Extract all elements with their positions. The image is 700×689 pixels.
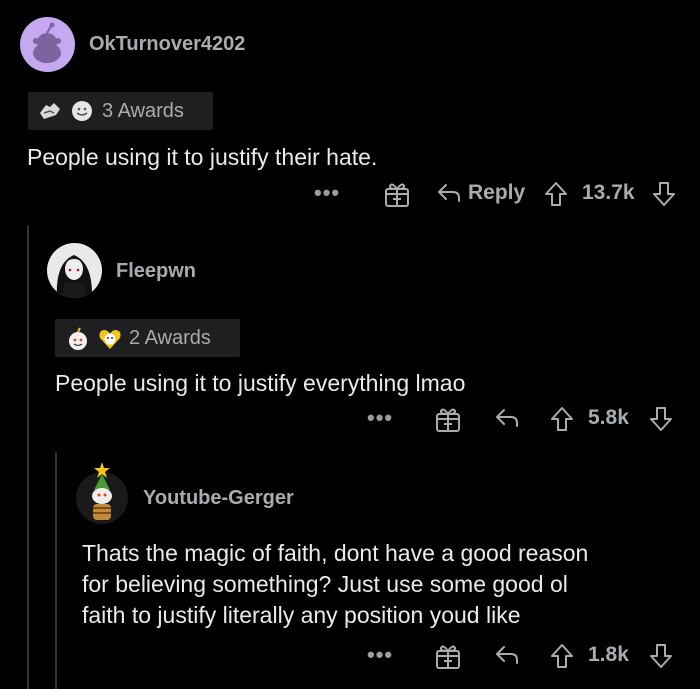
upvote-icon[interactable] xyxy=(549,642,575,670)
more-options-button[interactable]: ••• xyxy=(367,405,393,431)
comment-body-line: for believing something? Just use some g… xyxy=(82,571,568,597)
comment-username[interactable]: OkTurnover4202 xyxy=(89,33,245,56)
vote-score: 13.7k xyxy=(582,181,635,204)
reply-arrow-icon[interactable] xyxy=(494,642,520,668)
comment-body-line: Thats the magic of faith, dont have a go… xyxy=(82,540,589,566)
reply-button[interactable]: Reply xyxy=(436,180,525,206)
downvote-icon[interactable] xyxy=(648,642,674,670)
comment-body: People using it to justify their hate. xyxy=(27,144,378,170)
gift-icon[interactable] xyxy=(434,642,462,670)
thread-line-level1 xyxy=(27,226,29,689)
thread-line-level2 xyxy=(55,452,57,689)
avatar[interactable] xyxy=(75,460,130,524)
snoo-avatar-icon xyxy=(76,462,128,524)
downvote-icon[interactable] xyxy=(651,180,677,208)
upvote-icon[interactable] xyxy=(543,180,569,208)
avatar[interactable] xyxy=(20,17,75,72)
comment-body-line: faith to justify literally any position … xyxy=(82,602,521,628)
award-icon xyxy=(65,326,89,350)
award-icon xyxy=(70,99,94,123)
avatar[interactable] xyxy=(47,243,102,298)
comment-username[interactable]: Fleepwn xyxy=(116,260,196,283)
upvote-icon[interactable] xyxy=(549,405,575,433)
comment-body: People using it to justify everything lm… xyxy=(55,370,466,396)
award-icon xyxy=(38,99,62,123)
gift-icon[interactable] xyxy=(434,405,462,433)
more-options-button[interactable]: ••• xyxy=(367,642,393,668)
gift-icon[interactable] xyxy=(383,180,411,208)
awards-badge[interactable]: 2 Awards xyxy=(55,319,240,357)
awards-count: 3 Awards xyxy=(102,99,184,122)
comment-username[interactable]: Youtube-Gerger xyxy=(143,487,294,510)
awards-count: 2 Awards xyxy=(129,326,211,349)
awards-badge[interactable]: 3 Awards xyxy=(28,92,213,130)
vote-score: 5.8k xyxy=(588,406,629,429)
reply-arrow-icon[interactable] xyxy=(494,405,520,431)
snoo-avatar-icon xyxy=(33,22,61,63)
reply-label: Reply xyxy=(468,181,526,204)
award-icon xyxy=(97,326,121,350)
vote-score: 1.8k xyxy=(588,643,629,666)
user-photo-icon xyxy=(56,255,93,298)
more-options-button[interactable]: ••• xyxy=(314,180,340,206)
downvote-icon[interactable] xyxy=(648,405,674,433)
reply-arrow-icon xyxy=(436,180,462,206)
